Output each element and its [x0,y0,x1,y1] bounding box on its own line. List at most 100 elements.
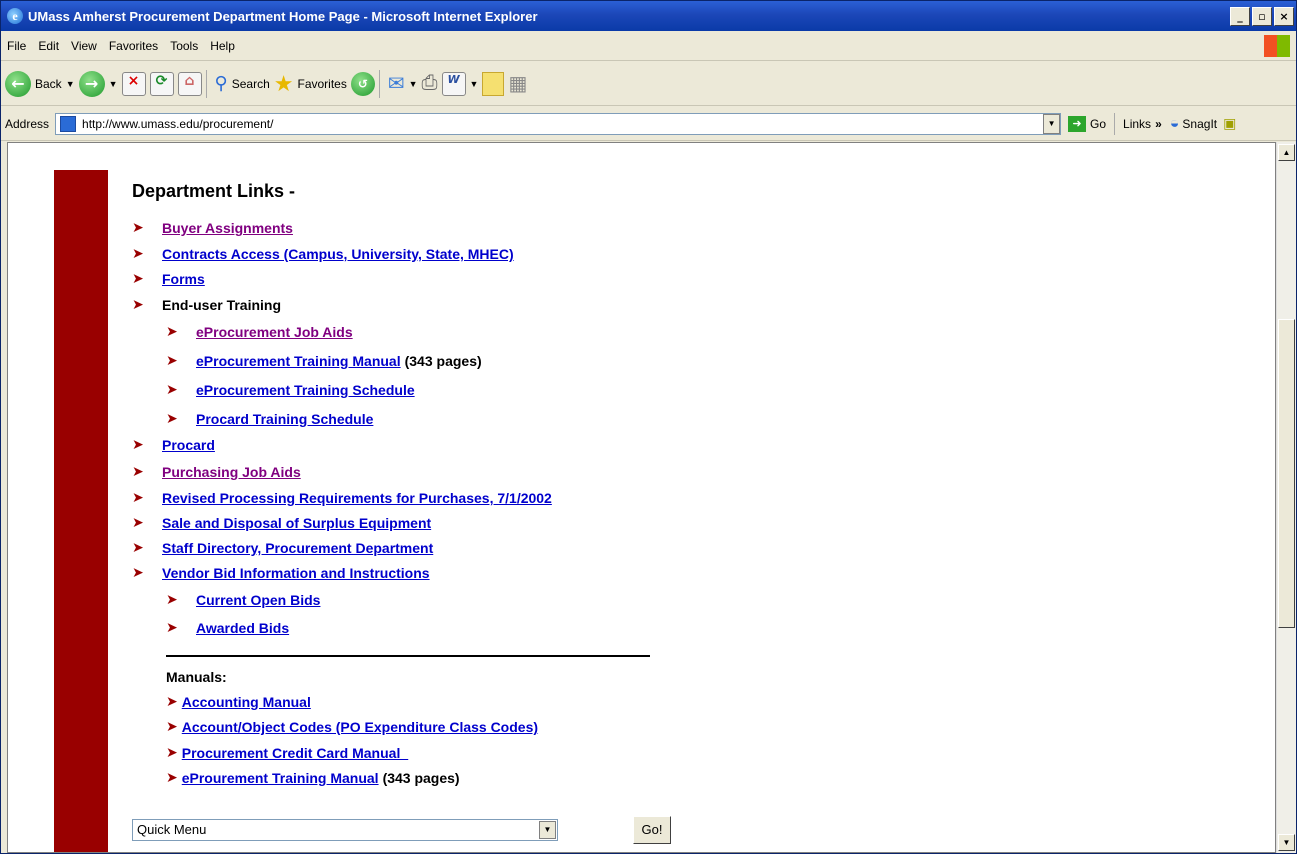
link-row: ➤ eProcurement Job Aids [166,324,353,340]
link-row: ➤ Awarded Bids [166,620,289,636]
link-row: ➤ Contracts Access (Campus, University, S… [132,246,514,262]
department-link[interactable]: Forms [162,271,205,287]
department-link[interactable]: Procard Training Schedule [196,411,373,427]
manual-link[interactable]: Accounting Manual [182,694,311,710]
link-row: ➤ Revised Processing Requirements for Pur… [132,490,552,506]
bullet-arrow-icon: ➤ [132,540,144,556]
menu-file[interactable]: File [1,39,32,53]
bullet-arrow-icon: ➤ [132,297,144,313]
quick-menu-select[interactable]: Quick Menu [132,819,558,841]
link-row: ➤ eProcurement Training Schedule [166,382,415,398]
manual-link[interactable]: Account/Object Codes (PO Expenditure Cla… [182,719,538,735]
page-count-note: (343 pages) [404,353,482,369]
address-url: http://www.umass.edu/procurement/ [82,116,274,131]
department-link[interactable]: Awarded Bids [196,620,289,636]
links-more-icon[interactable]: » [1155,117,1162,131]
link-row: ➤ eProcurement Training Manual (343 pages) [166,353,482,369]
stop-icon[interactable]: × [121,71,146,96]
snagit-icon: ◒ [1169,114,1180,132]
bullet-arrow-icon: ➤ [166,694,178,710]
minimize-button[interactable]: _ [1230,6,1250,26]
research-icon[interactable]: ▦ [508,71,527,96]
department-link[interactable]: eProcurement Training Schedule [196,382,415,398]
mail-button[interactable]: ✉ ▼ [388,67,418,101]
link-row: ➤ Forms [132,271,205,287]
maximize-button[interactable]: ▫ [1252,6,1272,26]
menu-view[interactable]: View [65,39,103,53]
address-bar: Address http://www.umass.edu/procurement… [1,107,1296,141]
edit-dropdown-icon[interactable]: ▼ [470,79,479,89]
department-link: End-user Training [162,297,282,313]
forward-dropdown-icon[interactable]: ▼ [109,79,118,89]
print-icon[interactable]: ⎙ [422,72,438,95]
snagit-capture-icon[interactable]: ▣ [1223,115,1236,132]
go-arrow-icon: ➜ [1068,115,1087,132]
search-button[interactable]: ⚲ Search [215,67,270,101]
search-icon: ⚲ [214,73,228,93]
favorites-button[interactable]: ★ Favorites [274,67,347,101]
bullet-arrow-icon: ➤ [166,592,178,608]
bullet-arrow-icon: ➤ [132,271,144,287]
back-dropdown-icon[interactable]: ▼ [66,79,75,89]
favorites-label: Favorites [297,76,347,91]
department-link[interactable]: Current Open Bids [196,592,320,608]
history-icon[interactable]: ↺ [350,71,375,96]
edit-button[interactable]: W ▼ [441,67,479,101]
department-link[interactable]: Procard [162,437,215,453]
bullet-arrow-icon: ➤ [166,770,178,786]
links-label[interactable]: Links [1123,117,1151,131]
refresh-icon[interactable]: ⟳ [149,71,174,96]
department-link[interactable]: Buyer Assignments [162,220,293,236]
menu-help[interactable]: Help [204,39,241,53]
manual-link[interactable]: eProurement Training Manual [182,770,379,786]
department-link[interactable]: eProcurement Job Aids [196,324,353,340]
quick-menu-go-button[interactable]: Go! [633,816,671,844]
snagit-label[interactable]: SnagIt [1182,117,1217,131]
department-link[interactable]: eProcurement Training Manual [196,353,401,369]
home-icon[interactable]: ⌂ [177,71,202,96]
word-edit-icon: W [441,71,466,96]
back-button[interactable]: ← Back ▼ [5,67,75,101]
department-link[interactable]: Purchasing Job Aids [162,464,301,480]
menu-tools[interactable]: Tools [164,39,204,53]
department-link[interactable]: Staff Directory, Procurement Department [162,540,433,556]
address-label: Address [5,116,50,131]
bullet-arrow-icon: ➤ [166,620,178,636]
menu-bar: File Edit View Favorites Tools Help [1,31,1296,61]
quick-menu-dropdown-icon[interactable]: ▼ [539,821,556,839]
title-bar: e UMass Amherst Procurement Department H… [1,1,1296,31]
notes-icon[interactable] [482,71,505,96]
manual-link[interactable]: Procurement Credit Card Manual_ [182,745,408,761]
address-input[interactable]: http://www.umass.edu/procurement/ [55,112,1062,135]
manual-row: ➤ Procurement Credit Card Manual_ [166,745,408,761]
menu-edit[interactable]: Edit [32,39,65,53]
toolbar: ← Back ▼ → ▼ × ⟳ ⌂ ⚲ Search ★ Favorites … [1,62,1296,106]
bullet-arrow-icon: ➤ [132,220,144,236]
page-count-note: (343 pages) [382,770,460,786]
address-dropdown-icon[interactable]: ▼ [1043,113,1061,134]
go-button[interactable]: ➜ Go [1068,115,1106,132]
bullet-arrow-icon: ➤ [166,382,178,398]
link-row: ➤ Purchasing Job Aids [132,464,301,480]
menu-favorites[interactable]: Favorites [103,39,164,53]
department-link[interactable]: Contracts Access (Campus, University, St… [162,246,514,262]
scroll-thumb[interactable] [1278,319,1295,628]
forward-button[interactable]: → ▼ [78,67,118,101]
manual-row: ➤ Account/Object Codes (PO Expenditure Cl… [166,719,538,735]
vertical-scrollbar[interactable]: ▲ ▼ [1276,142,1296,853]
link-row: ➤ Staff Directory, Procurement Department [132,540,433,556]
department-link[interactable]: Revised Processing Requirements for Purc… [162,490,552,506]
link-row: ➤ Vendor Bid Information and Instructions [132,565,430,581]
scroll-up-icon[interactable]: ▲ [1278,144,1295,161]
close-button[interactable]: × [1274,6,1294,26]
page-content: Department Links - ➤ Buyer Assignments ➤ Co… [7,142,1276,853]
link-row: ➤ Procard [132,437,215,453]
manual-row: ➤ eProurement Training Manual (343 pages) [166,770,460,786]
department-link[interactable]: Sale and Disposal of Surplus Equipment [162,515,431,531]
window-title: UMass Amherst Procurement Department Hom… [28,8,538,24]
mail-dropdown-icon[interactable]: ▼ [409,79,418,89]
search-label: Search [231,76,270,91]
department-link[interactable]: Vendor Bid Information and Instructions [162,565,430,581]
scroll-down-icon[interactable]: ▼ [1278,834,1295,851]
favorites-star-icon: ★ [273,70,294,96]
